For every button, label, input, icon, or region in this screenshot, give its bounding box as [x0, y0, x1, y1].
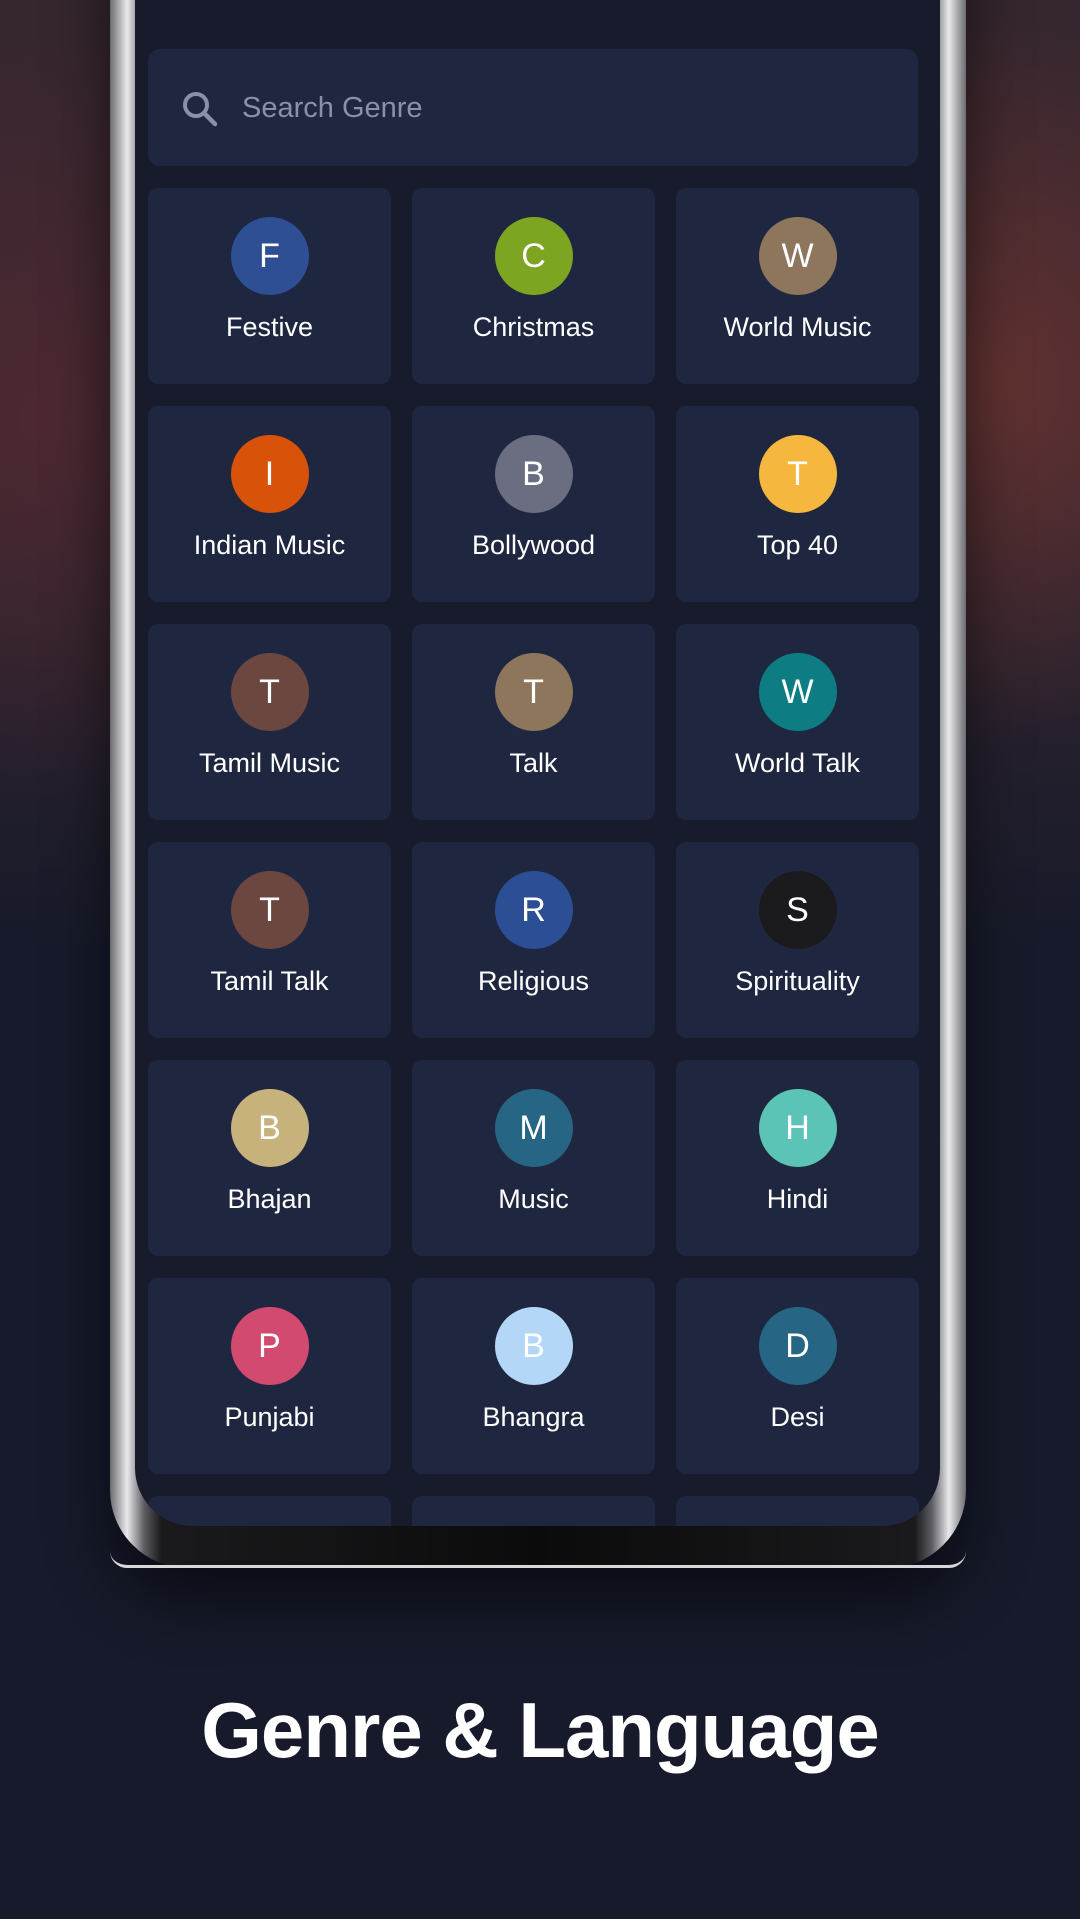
genre-grid: F Festive C Christmas W World Music I Indian Mu…	[148, 188, 920, 1526]
genre-avatar-icon: P	[230, 1307, 309, 1385]
genre-label: Bollywood	[471, 530, 596, 560]
genre-label: Hindi	[766, 1184, 829, 1214]
genre-card[interactable]: W World Talk	[676, 624, 919, 820]
genre-card[interactable]: I Indian Music	[148, 406, 391, 602]
genre-card[interactable]: R Religious	[412, 842, 655, 1038]
genre-label: Bhajan	[227, 1184, 312, 1214]
genre-card[interactable]: C Christmas	[412, 188, 655, 384]
genre-card[interactable]: B Bhajan	[148, 1060, 391, 1256]
genre-label: Tamil Talk	[210, 966, 329, 996]
genre-label: Punjabi	[224, 1402, 315, 1432]
genre-label: Spirituality	[735, 966, 860, 996]
genre-avatar-icon: S	[758, 871, 837, 949]
search-bar[interactable]	[148, 49, 918, 166]
genre-label: Tamil Music	[198, 748, 340, 778]
genre-card[interactable]: D Desi	[676, 1278, 919, 1474]
genre-avatar-icon: C	[494, 217, 573, 295]
genre-label: Festive	[225, 312, 314, 342]
genre-label: Desi	[770, 1402, 825, 1432]
genre-avatar-icon: H	[758, 1089, 837, 1167]
genre-label: Music	[498, 1184, 569, 1214]
genre-card[interactable]: S Spirituality	[676, 842, 919, 1038]
genre-card[interactable]: T Tamil Talk	[148, 842, 391, 1038]
search-input[interactable]	[240, 79, 884, 137]
genre-avatar-icon: B	[230, 1089, 309, 1167]
genre-avatar-icon: B	[494, 435, 573, 513]
genre-avatar-icon: D	[758, 1307, 837, 1385]
genre-label: Top 40	[756, 530, 839, 560]
genre-card[interactable]: F Festive	[148, 188, 391, 384]
genre-card-partial[interactable]	[148, 1496, 391, 1526]
genre-avatar-icon: T	[758, 435, 837, 513]
genre-avatar-icon: W	[758, 217, 837, 295]
genre-avatar-icon: T	[230, 653, 309, 731]
genre-label: Bhangra	[482, 1402, 585, 1432]
genre-avatar-icon: W	[758, 653, 837, 731]
genre-avatar-icon: R	[494, 871, 573, 949]
genre-card[interactable]: T Tamil Music	[148, 624, 391, 820]
genre-card-partial[interactable]	[676, 1496, 919, 1526]
genre-label: Christmas	[472, 312, 595, 342]
genre-card-partial[interactable]	[412, 1496, 655, 1526]
genre-label: World Talk	[734, 748, 861, 778]
genre-card[interactable]: T Top 40	[676, 406, 919, 602]
genre-card[interactable]: B Bhangra	[412, 1278, 655, 1474]
genre-avatar-icon: T	[230, 871, 309, 949]
genre-avatar-icon: I	[230, 435, 309, 513]
genre-avatar-icon: M	[494, 1089, 573, 1167]
genre-label: Talk	[509, 748, 558, 778]
genre-avatar-icon: B	[494, 1307, 573, 1385]
genre-label: Indian Music	[193, 530, 346, 560]
phone-screen: F Festive C Christmas W World Music I Indian Mu…	[135, 0, 940, 1526]
genre-avatar-icon: F	[230, 217, 309, 295]
page-caption: Genre & Language	[201, 1686, 879, 1774]
genre-card[interactable]: M Music	[412, 1060, 655, 1256]
genre-label: World Music	[723, 312, 872, 342]
genre-label: Religious	[477, 966, 590, 996]
genre-avatar-icon: T	[494, 653, 573, 731]
genre-card[interactable]: W World Music	[676, 188, 919, 384]
genre-card[interactable]: H Hindi	[676, 1060, 919, 1256]
genre-card[interactable]: B Bollywood	[412, 406, 655, 602]
genre-card[interactable]: T Talk	[412, 624, 655, 820]
genre-card[interactable]: P Punjabi	[148, 1278, 391, 1474]
search-icon	[183, 92, 218, 127]
